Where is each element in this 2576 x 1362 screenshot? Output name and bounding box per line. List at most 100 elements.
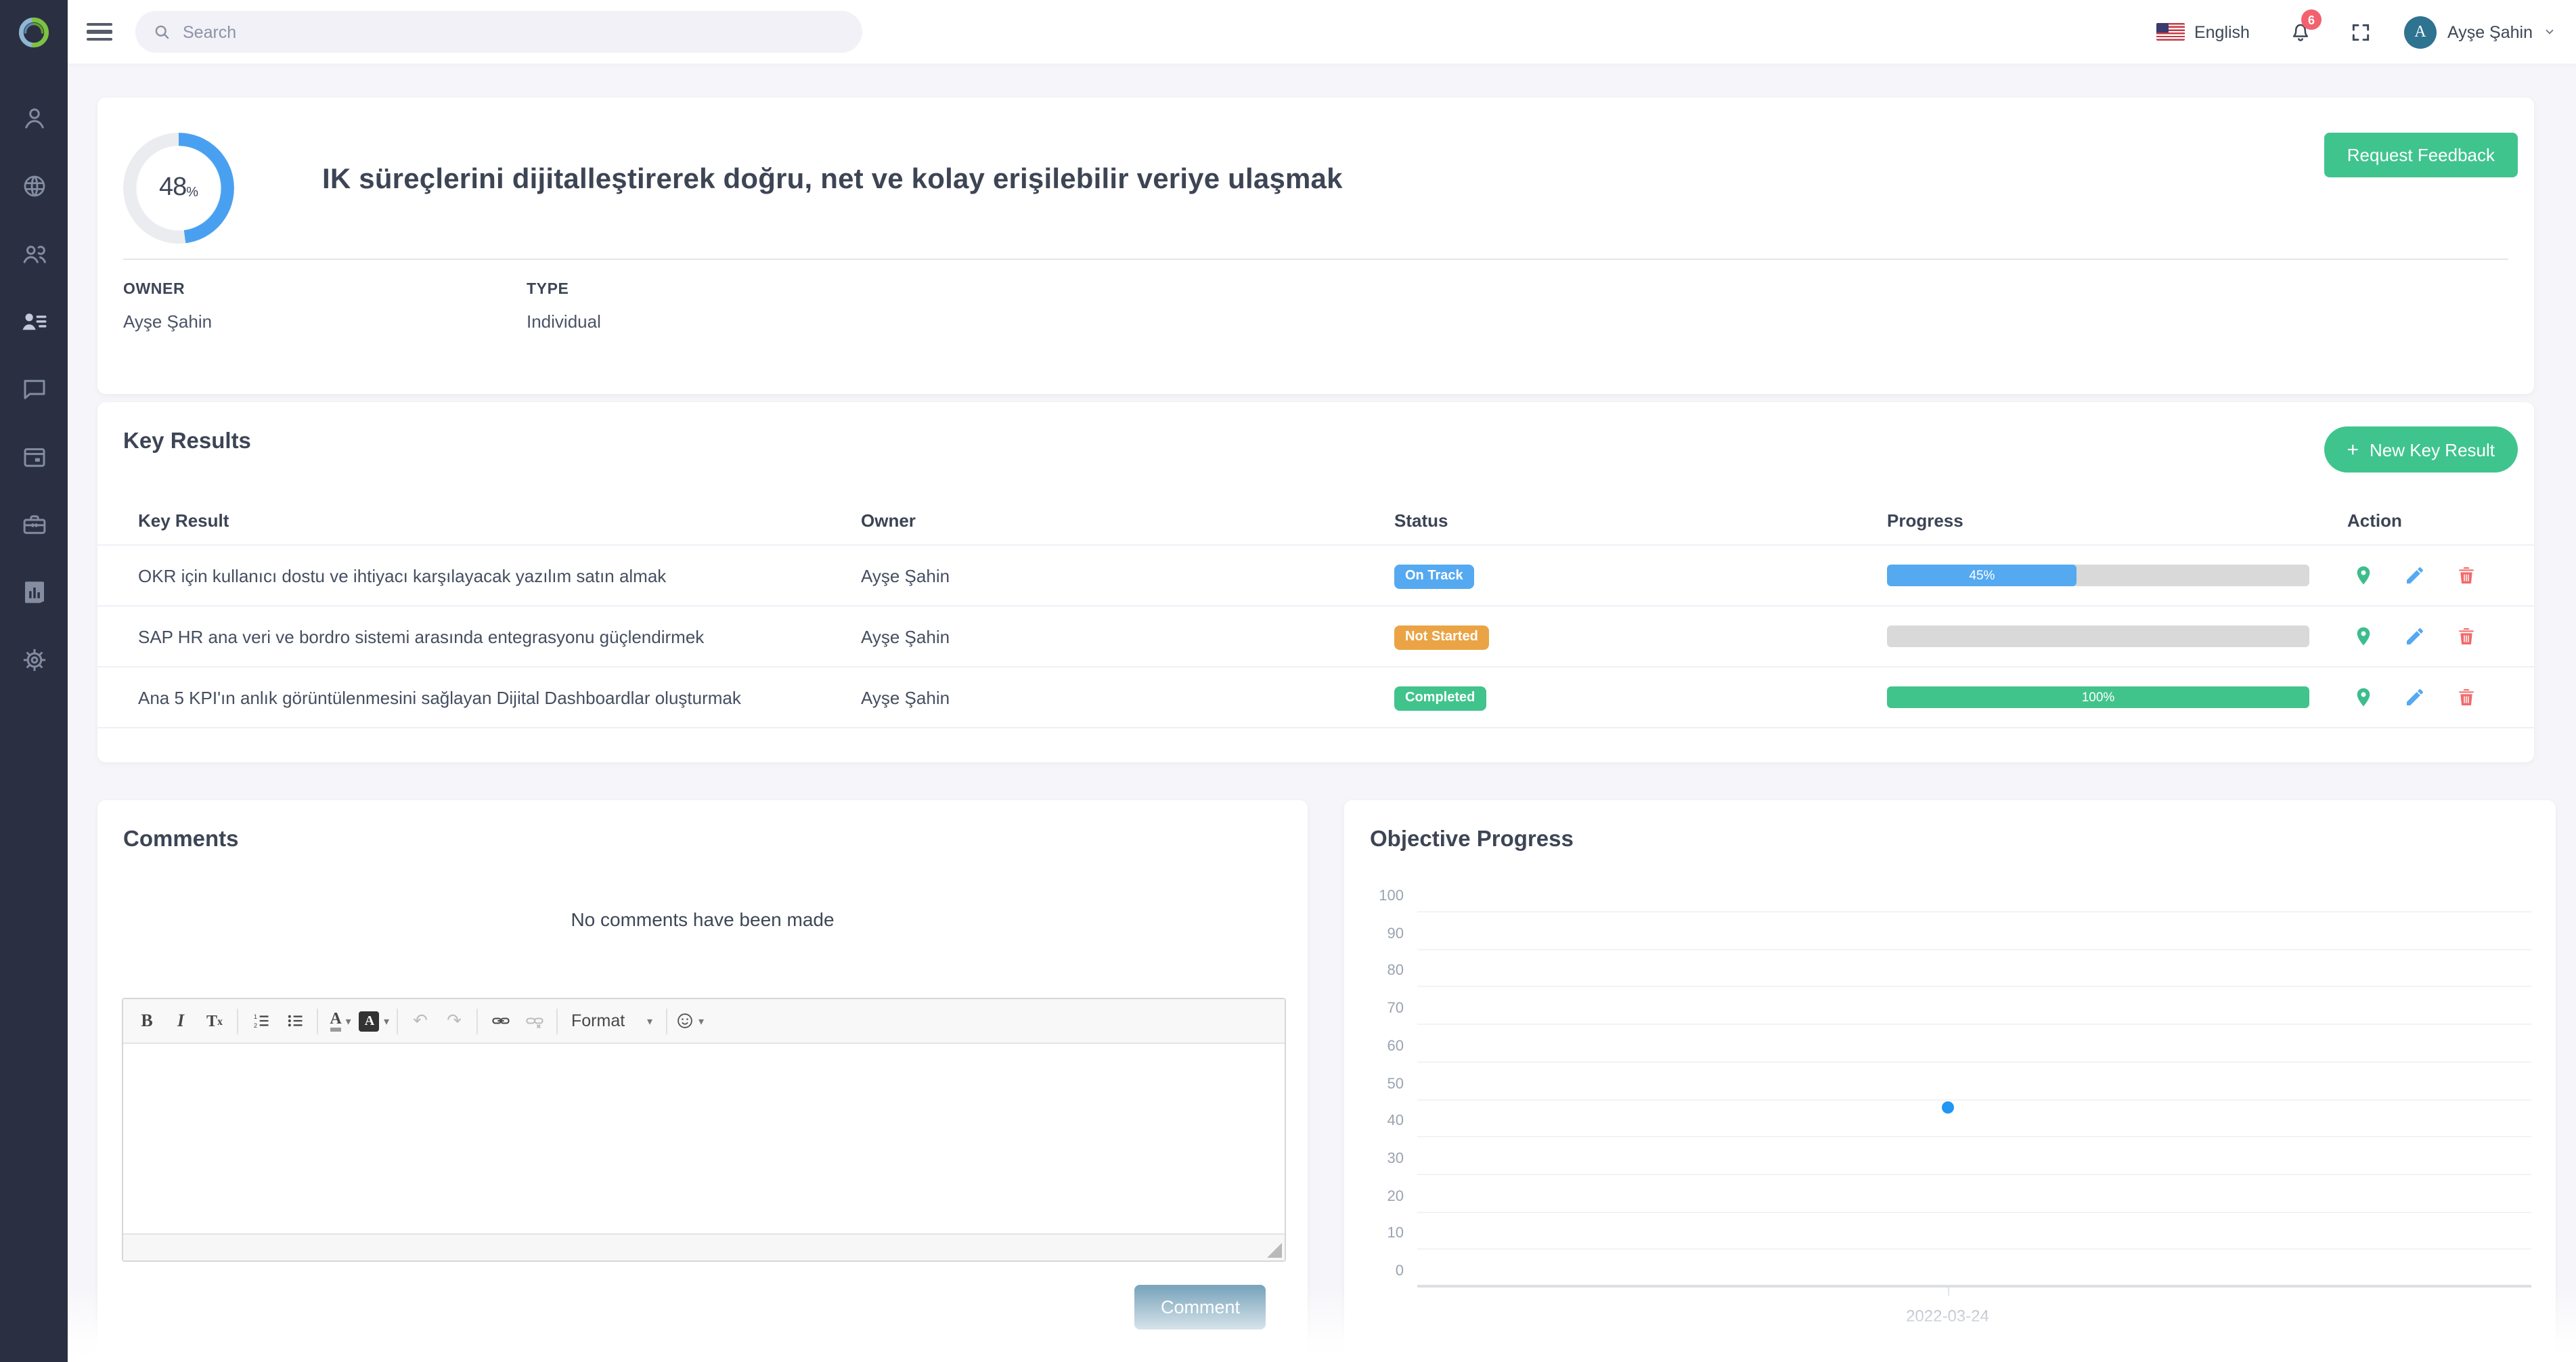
sidebar-item-profile[interactable]: [0, 84, 68, 152]
chart-data-point: [1941, 1101, 1954, 1114]
align-pin-button[interactable]: [2353, 565, 2374, 586]
toolbar-separator: [237, 1008, 238, 1034]
chart-gridline: [1417, 1136, 2531, 1138]
unlink-button[interactable]: [517, 1005, 551, 1037]
emoji-button[interactable]: ▾: [673, 1005, 707, 1037]
edit-button[interactable]: [2404, 625, 2426, 647]
sidebar-item-workspace[interactable]: [0, 490, 68, 558]
sidebar-item-feedback[interactable]: [0, 355, 68, 422]
y-axis-tick-label: 30: [1387, 1150, 1404, 1167]
progress-chart: 0 10 20 30 40 50 60 70 80 90 100 2022-03-24: [1379, 888, 2531, 1325]
edit-button[interactable]: [2404, 686, 2426, 708]
calendar-icon: [23, 447, 45, 466]
user-menu[interactable]: A Ayşe Şahin: [2403, 16, 2556, 48]
col-progress: Progress: [1887, 510, 1963, 531]
menu-toggle-button[interactable]: [87, 19, 112, 45]
key-result-name: OKR için kullanıcı dostu ve ihtiyacı kar…: [138, 565, 667, 586]
ordered-list-button[interactable]: 12: [244, 1005, 277, 1037]
smiley-icon: [678, 1013, 692, 1028]
y-axis-tick-label: 50: [1387, 1076, 1404, 1092]
table-row: Ana 5 KPI'ın anlık görüntülenmesini sağl…: [97, 667, 2534, 728]
bold-button[interactable]: B: [130, 1005, 164, 1037]
row-actions: [2347, 565, 2493, 586]
y-axis-tick-label: 90: [1387, 925, 1404, 942]
comment-input-area[interactable]: [123, 1044, 1285, 1233]
link-button[interactable]: [483, 1005, 517, 1037]
chevron-down-icon: [2546, 29, 2554, 35]
bullet-list-button[interactable]: [277, 1005, 311, 1037]
table-row: SAP HR ana veri ve bordro sistemi arasın…: [97, 607, 2534, 667]
delete-button[interactable]: [2456, 565, 2477, 586]
sidebar-item-settings[interactable]: [0, 625, 68, 693]
new-key-result-button[interactable]: + New Key Result: [2324, 426, 2518, 473]
key-result-name: SAP HR ana veri ve bordro sistemi arasın…: [138, 626, 705, 646]
new-key-result-label: New Key Result: [2370, 439, 2495, 460]
background-color-button[interactable]: A ▾: [357, 1005, 391, 1037]
toolbar-separator: [317, 1008, 318, 1034]
chart-gridline: [1417, 1061, 2531, 1063]
text-color-button[interactable]: A ▾: [324, 1005, 357, 1037]
delete-button[interactable]: [2456, 686, 2477, 708]
briefcase-icon: [22, 514, 45, 533]
x-axis-tick-label: 2022-03-24: [1906, 1306, 1989, 1325]
search-input[interactable]: [183, 22, 846, 41]
editor-statusbar: [123, 1233, 1285, 1260]
key-results-table: Key Result Owner Status Progress Action …: [97, 497, 2534, 728]
bullet-list-icon: [287, 1015, 302, 1027]
globe-icon: [23, 175, 45, 196]
status-badge: Completed: [1394, 686, 1486, 711]
key-results-title: Key Results: [123, 429, 251, 454]
chart-gridline: [1417, 1173, 2531, 1175]
align-pin-button[interactable]: [2353, 686, 2374, 708]
sidebar-item-calendar[interactable]: [0, 422, 68, 490]
donut-percent: 48: [158, 173, 187, 202]
plus-icon: +: [2347, 438, 2359, 461]
sidebar-item-reports[interactable]: [0, 558, 68, 625]
sidebar-nav: [0, 84, 68, 693]
us-flag-icon: [2156, 23, 2185, 41]
table-header: Key Result Owner Status Progress Action: [97, 497, 2534, 546]
objective-card: 48 % IK süreçlerini dijitalleştirerek do…: [97, 97, 2534, 394]
chart-gridline: [1417, 986, 2531, 988]
sidebar: [0, 0, 68, 1362]
language-selector[interactable]: English: [2156, 22, 2250, 41]
type-label: TYPE: [527, 282, 569, 298]
format-dropdown[interactable]: Format ▾: [563, 1005, 661, 1037]
edit-button[interactable]: [2404, 565, 2426, 586]
align-pin-button[interactable]: [2353, 625, 2374, 647]
chart-gridline: [1417, 1099, 2531, 1100]
resize-handle-icon[interactable]: [1267, 1243, 1282, 1258]
objective-progress-title: Objective Progress: [1370, 827, 1574, 852]
link-icon: [491, 1017, 509, 1024]
chart-gridline: [1417, 1211, 2531, 1213]
search-bar: [135, 11, 862, 53]
notifications-button[interactable]: 6: [2288, 9, 2322, 45]
app-logo[interactable]: [0, 0, 68, 64]
fullscreen-button[interactable]: [2350, 21, 2372, 43]
topbar-right: English 6 A Ayşe Şahin: [2156, 0, 2556, 64]
unlink-icon: [525, 1017, 543, 1029]
request-feedback-button[interactable]: Request Feedback: [2324, 133, 2518, 177]
editor-toolbar: B I Tx 12 A ▾ A ▾ ↶ ↷ Format ▾ ▾: [123, 999, 1285, 1044]
y-axis-tick-label: 10: [1387, 1225, 1404, 1242]
donut-label: 48 %: [123, 133, 234, 244]
sidebar-item-explore[interactable]: [0, 152, 68, 219]
delete-button[interactable]: [2456, 625, 2477, 647]
sidebar-item-team[interactable]: [0, 219, 68, 287]
progress-bar: 100%: [1887, 686, 2309, 708]
chat-icon: [23, 379, 45, 399]
row-actions: [2347, 625, 2493, 647]
user-name: Ayşe Şahin: [2447, 22, 2533, 41]
y-axis-tick-label: 100: [1379, 888, 1404, 904]
italic-button[interactable]: I: [164, 1005, 198, 1037]
background-color-icon: A: [359, 1011, 380, 1031]
user-icon: [24, 108, 43, 128]
redo-button[interactable]: ↷: [437, 1005, 471, 1037]
undo-button[interactable]: ↶: [403, 1005, 437, 1037]
sidebar-item-okrs[interactable]: [0, 287, 68, 355]
avatar: A: [2403, 16, 2437, 48]
comment-submit-button[interactable]: Comment: [1134, 1285, 1266, 1330]
key-result-owner: Ayşe Şahin: [861, 626, 950, 646]
toolbar-separator: [476, 1008, 478, 1034]
remove-format-button[interactable]: Tx: [198, 1005, 231, 1037]
